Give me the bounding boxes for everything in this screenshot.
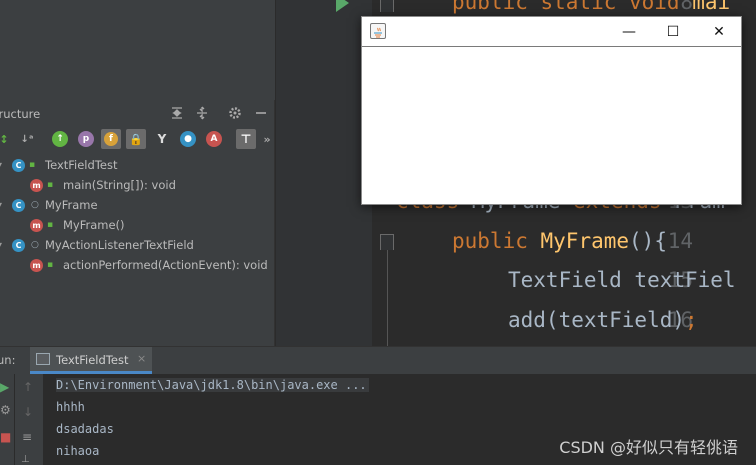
class-icon: C	[12, 198, 25, 212]
tree-item-label: actionPerformed(ActionEvent): void	[63, 258, 268, 272]
hierarchy-icon[interactable]: Y	[154, 131, 170, 147]
package-visibility-icon: ○	[31, 200, 39, 210]
run-console-toolbar: ↑ ↓ ≡ ⊥	[15, 374, 43, 465]
show-non-public-toggle[interactable]: 🔒	[126, 129, 146, 149]
class-icon: C	[12, 158, 25, 172]
console-icon	[36, 353, 50, 365]
left-blank-area	[0, 0, 275, 100]
tree-item-label: MyFrame()	[63, 218, 125, 232]
tree-item-main[interactable]: m ▪ main(String[]): void	[0, 175, 275, 195]
expand-all-icon[interactable]	[169, 105, 185, 121]
tree-item-label: main(String[]): void	[63, 178, 176, 192]
expand-arrow-icon[interactable]: ▾	[0, 201, 6, 209]
tree-item-actionperformed[interactable]: m ▪ actionPerformed(ActionEvent): void	[0, 255, 275, 275]
autoscroll-toggle[interactable]: ⊤	[236, 129, 256, 149]
run-tab[interactable]: TextFieldTest ×	[30, 347, 152, 374]
soft-wrap-icon[interactable]: ≡	[22, 430, 32, 444]
java-app-icon	[370, 23, 386, 39]
tree-item-myframe-constructor[interactable]: m ▪ MyFrame()	[0, 215, 275, 235]
watermark-text: CSDN @好似只有轻佻语	[559, 438, 738, 457]
show-properties-icon[interactable]: p	[78, 131, 94, 147]
window-titlebar[interactable]: — ☐ ✕	[362, 17, 741, 47]
tree-item-label: MyFrame	[45, 198, 98, 212]
close-button[interactable]: ✕	[697, 17, 741, 47]
console-line: hhhh	[56, 400, 85, 414]
structure-title: tructure	[0, 107, 41, 121]
public-visibility-icon: ▪	[47, 180, 54, 190]
run-panel: un: TextFieldTest × ▶ ⚙ ■ ↑ ↓ ≡ ⊥ D:\Env…	[0, 346, 756, 465]
public-visibility-icon: ▪	[47, 260, 54, 270]
sort-alpha-icon[interactable]: ↓ᵃ	[19, 131, 35, 147]
structure-toolbar: ↕ ↓ᵃ ↑ p f 🔒 Y ● A ⊤ »	[0, 127, 275, 153]
print-icon[interactable]: ⊥	[21, 454, 30, 465]
console-line: nihaoa	[56, 444, 100, 458]
tree-item-label: TextFieldTest	[45, 158, 118, 172]
collapse-all-icon[interactable]	[194, 105, 210, 121]
run-gutter-icon[interactable]	[336, 0, 349, 12]
close-tab-button[interactable]: ×	[137, 352, 146, 365]
wrench-icon[interactable]: ⚙	[0, 403, 11, 417]
code-line-14: public MyFrame(){	[452, 229, 667, 253]
run-header: un: TextFieldTest ×	[0, 347, 756, 374]
method-icon: m	[30, 178, 43, 192]
public-visibility-icon: ▪	[29, 160, 36, 170]
gear-icon[interactable]	[227, 105, 243, 121]
sort-visibility-icon[interactable]: ↕	[0, 131, 12, 147]
run-side-toolbar: ▶ ⚙ ■	[0, 374, 14, 465]
rerun-icon[interactable]: ▶	[0, 380, 9, 394]
scroll-down-icon[interactable]: ↓	[23, 405, 33, 419]
more-icon[interactable]: »	[259, 131, 275, 147]
show-fields-toggle[interactable]: f	[101, 129, 121, 149]
scroll-up-icon[interactable]: ↑	[23, 380, 33, 394]
package-visibility-icon: ○	[31, 240, 39, 250]
structure-header: tructure	[0, 100, 275, 127]
java-frame-window[interactable]: — ☐ ✕	[361, 16, 742, 205]
line-number: 14	[667, 229, 693, 253]
code-line-15: TextField textFiel	[508, 268, 736, 292]
fold-marker-icon[interactable]	[380, 234, 394, 250]
fold-guide	[387, 250, 388, 346]
console-line: dsadadas	[56, 422, 114, 436]
public-visibility-icon: ▪	[47, 220, 54, 230]
code-line-16: add(textField);	[508, 308, 698, 332]
run-tab-label: TextFieldTest	[56, 353, 129, 367]
class-icon: C	[12, 238, 25, 252]
show-inherited-icon[interactable]: ↑	[52, 131, 68, 147]
show-anonymous-icon[interactable]: A	[206, 131, 222, 147]
tree-item-label: MyActionListenerTextField	[45, 238, 194, 252]
method-icon: m	[30, 218, 43, 232]
tree-item-myframe[interactable]: ▾ C ○ MyFrame	[0, 195, 275, 215]
structure-panel: tructure ↕ ↓ᵃ ↑ p f 🔒 Y ● A ⊤ » ▾ C ▪ Te…	[0, 100, 275, 346]
expand-arrow-icon[interactable]: ▾	[0, 161, 6, 169]
method-icon: m	[30, 258, 43, 272]
hide-icon[interactable]	[253, 105, 269, 121]
stop-icon[interactable]: ■	[0, 430, 11, 444]
code-line-8: public static void mai	[452, 0, 731, 14]
tree-item-myactionlistener[interactable]: ▾ C ○ MyActionListenerTextField	[0, 235, 275, 255]
editor-gutter	[276, 0, 372, 346]
minimize-button[interactable]: —	[607, 17, 651, 47]
console-line: D:\Environment\Java\jdk1.8\bin\java.exe …	[56, 378, 369, 392]
fold-marker-icon[interactable]	[380, 0, 394, 12]
run-label: un:	[0, 353, 16, 367]
show-lambdas-icon[interactable]: ●	[180, 131, 196, 147]
tree-item-textfieldtest[interactable]: ▾ C ▪ TextFieldTest	[0, 155, 275, 175]
maximize-button[interactable]: ☐	[651, 17, 695, 47]
expand-arrow-icon[interactable]: ▾	[0, 241, 6, 249]
